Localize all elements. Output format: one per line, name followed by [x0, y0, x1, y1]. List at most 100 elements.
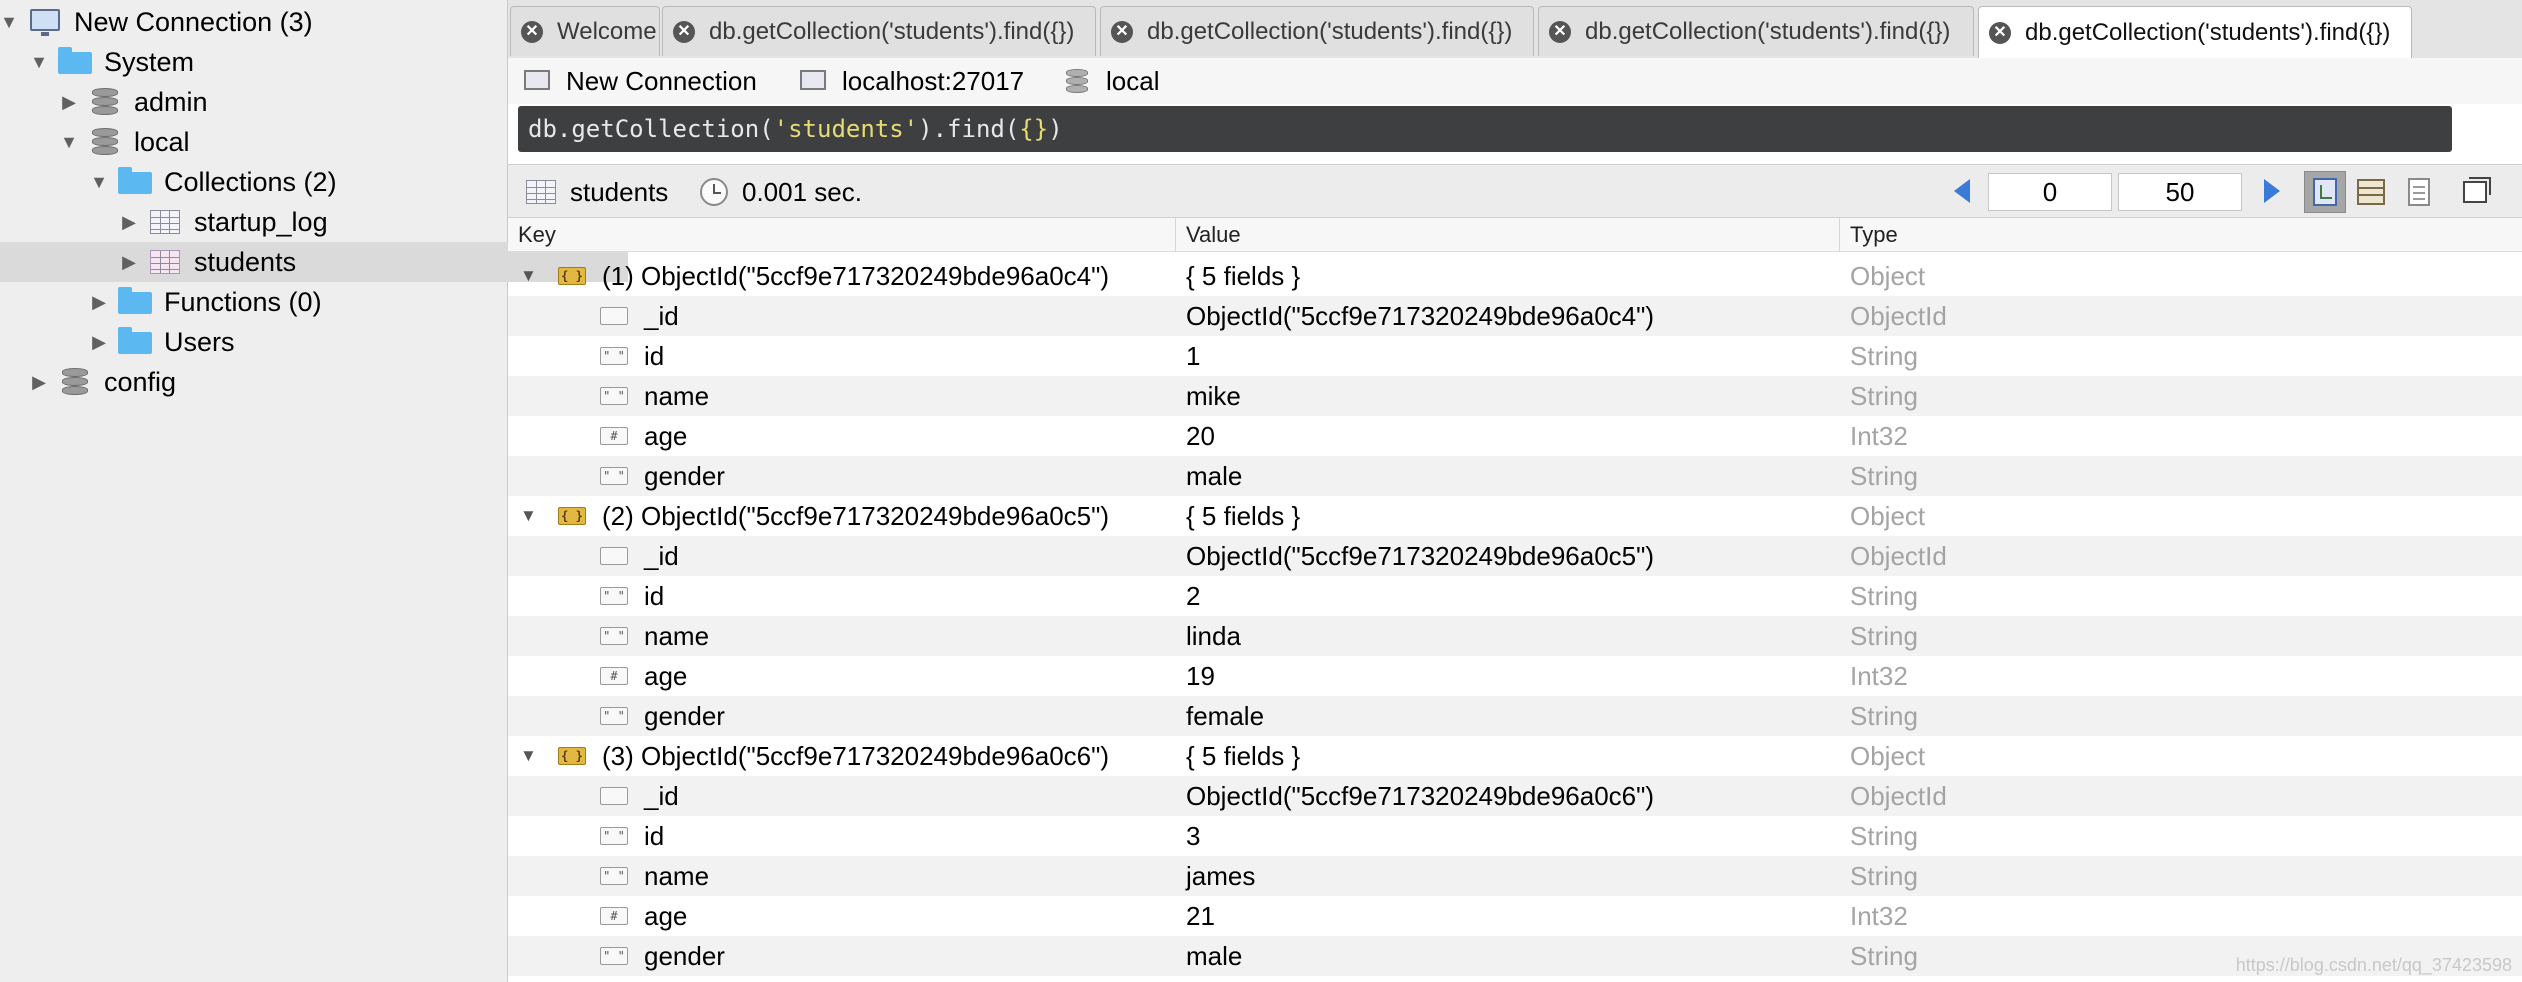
previous-page-icon[interactable] — [1954, 179, 1970, 203]
row-type: String — [1850, 341, 1918, 371]
results-toolbar: students 0.001 sec. — [508, 164, 2522, 218]
tab-label: db.getCollection('students').find({}) — [2025, 19, 2391, 46]
string-icon: " " — [600, 827, 628, 845]
table-view-icon — [2357, 179, 2385, 205]
table-row-document[interactable]: ▼ { } (3) ObjectId("5ccf9e717320249bde96… — [508, 736, 2522, 776]
collapsed-arrow-icon[interactable]: ▶ — [120, 212, 138, 233]
row-key: gender — [644, 941, 725, 971]
connection-name: New Connection — [524, 64, 757, 98]
table-row[interactable]: " " gender male String — [508, 936, 2522, 976]
table-row[interactable]: " " name mike String — [508, 376, 2522, 416]
folder-icon — [118, 327, 152, 356]
query-middle: ).find( — [918, 115, 1020, 143]
collapsed-arrow-icon[interactable]: ▶ — [90, 332, 108, 353]
row-type: String — [1850, 861, 1918, 891]
folder-icon — [118, 287, 152, 316]
folder-icon — [58, 47, 92, 76]
expanded-arrow-icon[interactable]: ▼ — [520, 496, 537, 536]
close-tab-icon[interactable]: ✕ — [1111, 20, 1133, 43]
table-row[interactable]: _id ObjectId("5ccf9e717320249bde96a0c4")… — [508, 296, 2522, 336]
row-key: gender — [644, 461, 725, 491]
column-header-type[interactable]: Type — [1840, 218, 2522, 252]
table-row[interactable]: " " id 1 String — [508, 336, 2522, 376]
tree-label-config: config — [104, 367, 177, 397]
table-row[interactable]: " " gender female String — [508, 696, 2522, 736]
tree-node-local[interactable]: ▼ local — [0, 122, 568, 162]
collapsed-arrow-icon[interactable]: ▶ — [30, 372, 48, 393]
table-row[interactable]: " " gender male String — [508, 456, 2522, 496]
database-icon — [1064, 68, 1092, 94]
table-row[interactable]: " " name james String — [508, 856, 2522, 896]
expanded-arrow-icon[interactable]: ▼ — [60, 132, 78, 153]
expanded-arrow-icon[interactable]: ▼ — [520, 256, 537, 296]
table-row[interactable]: " " id 3 String — [508, 816, 2522, 856]
number-icon: # — [600, 667, 628, 685]
text-view-button[interactable] — [2398, 171, 2440, 213]
close-tab-icon[interactable]: ✕ — [673, 20, 695, 43]
limit-input[interactable] — [2118, 173, 2242, 211]
tree-label-students: students — [194, 247, 297, 277]
close-tab-icon[interactable]: ✕ — [1549, 20, 1571, 43]
row-type: ObjectId — [1850, 301, 1947, 331]
collapsed-arrow-icon[interactable]: ▶ — [90, 292, 108, 313]
tab-query-1[interactable]: ✕ db.getCollection('students').find({}) — [662, 6, 1096, 56]
table-row-document[interactable]: ▼ { } (1) ObjectId("5ccf9e717320249bde96… — [508, 256, 2522, 296]
row-value: 3 — [1186, 821, 1201, 851]
tab-query-4-active[interactable]: ✕ db.getCollection('students').find({}) — [1978, 6, 2412, 59]
table-row[interactable]: " " name linda String — [508, 616, 2522, 656]
close-tab-icon[interactable]: ✕ — [521, 20, 543, 43]
objectid-icon — [600, 307, 628, 325]
query-editor[interactable]: db.getCollection('students').find({}) — [518, 106, 2452, 152]
expanded-arrow-icon[interactable]: ▼ — [0, 12, 18, 33]
column-header-value[interactable]: Value — [1176, 218, 1840, 252]
table-row[interactable]: _id ObjectId("5ccf9e717320249bde96a0c6")… — [508, 776, 2522, 816]
collapsed-arrow-icon[interactable]: ▶ — [60, 92, 78, 113]
tree-view-button[interactable] — [2304, 171, 2346, 213]
tree-node-system[interactable]: ▼ System — [0, 42, 538, 82]
collapsed-arrow-icon[interactable]: ▶ — [120, 252, 138, 273]
connection-host: localhost:27017 — [800, 64, 1024, 98]
connection-tree-sidebar: ▼ New Connection (3) ▼ System ▶ admin ▼ … — [0, 0, 628, 982]
string-icon: " " — [600, 467, 628, 485]
tab-bar: ✕ Welcome ✕ db.getCollection('students')… — [508, 0, 2522, 59]
tree-node-config[interactable]: ▶ config — [0, 362, 538, 402]
maximize-button[interactable] — [2454, 171, 2496, 213]
next-page-icon[interactable] — [2264, 179, 2280, 203]
table-row-document[interactable]: ▼ { } (2) ObjectId("5ccf9e717320249bde96… — [508, 496, 2522, 536]
string-icon: " " — [600, 867, 628, 885]
tab-query-2[interactable]: ✕ db.getCollection('students').find({}) — [1100, 6, 1534, 56]
table-row[interactable]: _id ObjectId("5ccf9e717320249bde96a0c5")… — [508, 536, 2522, 576]
results-time: 0.001 sec. — [700, 175, 862, 209]
results-time-label: 0.001 sec. — [742, 176, 862, 207]
connection-host-label: localhost:27017 — [842, 65, 1025, 96]
collection-grid-icon — [148, 208, 182, 236]
row-key: gender — [644, 701, 725, 731]
table-row[interactable]: # age 19 Int32 — [508, 656, 2522, 696]
connection-name-label: New Connection — [566, 65, 757, 96]
results-table-body: ▼ { } (1) ObjectId("5ccf9e717320249bde96… — [508, 256, 2522, 982]
tab-welcome[interactable]: ✕ Welcome — [510, 6, 660, 56]
table-row[interactable]: # age 21 Int32 — [508, 896, 2522, 936]
folder-icon — [118, 167, 152, 196]
row-type: ObjectId — [1850, 781, 1947, 811]
query-braces: {} — [1019, 115, 1049, 143]
table-row[interactable]: # age 20 Int32 — [508, 416, 2522, 456]
table-view-button[interactable] — [2350, 171, 2392, 213]
tree-label-users: Users — [164, 327, 235, 357]
close-tab-icon[interactable]: ✕ — [1989, 22, 2011, 44]
skip-input[interactable] — [1988, 173, 2112, 211]
tab-query-3[interactable]: ✕ db.getCollection('students').find({}) — [1538, 6, 1974, 56]
tree-node-admin[interactable]: ▶ admin — [0, 82, 568, 122]
expanded-arrow-icon[interactable]: ▼ — [520, 736, 537, 776]
tree-node-connection[interactable]: ▼ New Connection (3) — [0, 2, 508, 42]
row-key: age — [644, 421, 688, 451]
row-value: ObjectId("5ccf9e717320249bde96a0c6") — [1186, 781, 1655, 811]
row-key: _id — [644, 541, 679, 571]
object-icon: { } — [558, 267, 586, 285]
column-header-key[interactable]: Key — [508, 218, 1176, 252]
table-row[interactable]: " " id 2 String — [508, 576, 2522, 616]
expanded-arrow-icon[interactable]: ▼ — [90, 172, 108, 193]
string-icon: " " — [600, 707, 628, 725]
expanded-arrow-icon[interactable]: ▼ — [30, 52, 48, 73]
row-value: 1 — [1186, 341, 1201, 371]
